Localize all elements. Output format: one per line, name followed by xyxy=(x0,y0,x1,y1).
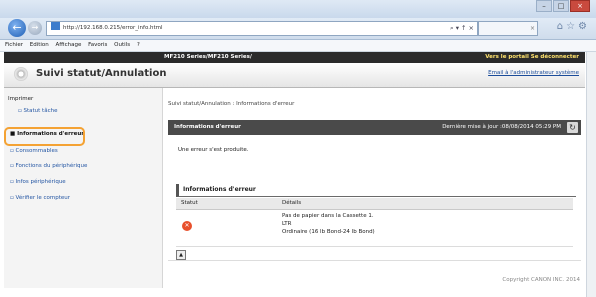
close-window-button[interactable]: × xyxy=(570,0,590,12)
sidebar-item-consommables[interactable]: ▫ Consommables xyxy=(10,148,58,154)
portal-logout-link[interactable]: Vers le portail Se déconnecter xyxy=(485,52,579,63)
home-icon[interactable]: ⌂ xyxy=(557,21,566,32)
detail-line: Ordinaire (16 lb Bond-24 lb Bond) xyxy=(282,229,375,235)
refresh-button[interactable]: ↻ xyxy=(567,122,578,133)
copyright: Copyright CANON INC. 2014 xyxy=(502,277,580,283)
device-model: MF210 Series/MF210 Series/ xyxy=(164,54,252,60)
status-monitor-icon xyxy=(14,67,28,81)
page-top-icon[interactable]: ▲ xyxy=(176,250,186,260)
error-info-bar-title: Informations d'erreur xyxy=(174,124,241,130)
address-url: http://192.168.0.215/error_info.html xyxy=(63,25,163,31)
last-update: Dernière mise à jour :08/08/2014 05:29 P… xyxy=(442,124,561,130)
menu-edition[interactable]: Edition xyxy=(30,42,49,48)
back-button[interactable]: ← xyxy=(8,19,26,37)
sidebar-section-imprimer: Imprimer xyxy=(8,96,34,102)
browser-tab[interactable]: × xyxy=(478,21,538,36)
menu-affichage[interactable]: Affichage xyxy=(56,42,82,48)
error-message: Une erreur s'est produite. xyxy=(178,147,249,153)
sidebar-item-statut-tache[interactable]: ▫ Statut tâche xyxy=(18,108,57,114)
sidebar-item-infos-peripherique[interactable]: ▫ Infos périphérique xyxy=(10,179,66,185)
tab-close-icon[interactable]: × xyxy=(530,22,535,35)
column-status: Statut xyxy=(181,200,198,206)
menu-bar: Fichier Edition Affichage Favoris Outils… xyxy=(0,40,596,52)
browser-toolbar-icons: ⌂☆⚙ xyxy=(557,21,590,32)
favicon-icon xyxy=(51,22,60,30)
page-title-band: Suivi statut/Annulation Email à l'admini… xyxy=(4,63,585,88)
table-header: Statut Détails xyxy=(176,198,573,210)
column-details: Détails xyxy=(282,200,302,206)
forward-button[interactable]: → xyxy=(28,21,42,35)
favorites-star-icon[interactable]: ☆ xyxy=(566,21,578,32)
section-header: Informations d'erreur xyxy=(176,184,576,197)
error-details: Pas de papier dans la Cassette 1. LTR Or… xyxy=(282,212,375,236)
menu-favoris[interactable]: Favoris xyxy=(88,42,107,48)
sidebar-item-fonctions[interactable]: ▫ Fonctions du périphérique xyxy=(10,163,87,169)
detail-line: LTR xyxy=(282,221,292,227)
section-title: Informations d'erreur xyxy=(183,186,256,193)
selected-item-highlight xyxy=(4,127,85,146)
browser-navbar: ← → http://192.168.0.215/error_info.html… xyxy=(0,18,596,40)
error-status-icon: ✕ xyxy=(182,221,192,231)
address-tools[interactable]: ⌕ ▾ ↑ × xyxy=(450,22,474,35)
menu-outils[interactable]: Outils xyxy=(114,42,130,48)
menu-help[interactable]: ? xyxy=(137,42,140,48)
device-header-band: MF210 Series/MF210 Series/ Vers le porta… xyxy=(4,52,585,63)
menu-fichier[interactable]: Fichier xyxy=(5,42,23,48)
sidebar: Imprimer ▫ Statut tâche ■ Informations d… xyxy=(4,88,163,288)
sidebar-item-verifier-compteur[interactable]: ▫ Vérifier le compteur xyxy=(10,195,70,201)
table-row: ✕ Pas de papier dans la Cassette 1. LTR … xyxy=(176,210,573,247)
minimize-button[interactable]: – xyxy=(536,0,552,12)
breadcrumb: Suivi statut/Annulation : Informations d… xyxy=(168,101,295,107)
settings-gear-icon[interactable]: ⚙ xyxy=(578,21,590,32)
maximize-button[interactable]: □ xyxy=(553,0,569,12)
vertical-scrollbar[interactable] xyxy=(586,52,596,297)
window-controls: – □ × xyxy=(535,0,590,12)
error-info-bar: Informations d'erreur Dernière mise à jo… xyxy=(168,120,581,135)
window-titlebar: – □ × xyxy=(0,0,596,18)
address-bar[interactable]: http://192.168.0.215/error_info.html ⌕ ▾… xyxy=(46,21,478,36)
detail-line: Pas de papier dans la Cassette 1. xyxy=(282,213,374,219)
email-admin-link[interactable]: Email à l'administrateur système xyxy=(488,70,579,76)
page-title: Suivi statut/Annulation xyxy=(36,68,167,79)
